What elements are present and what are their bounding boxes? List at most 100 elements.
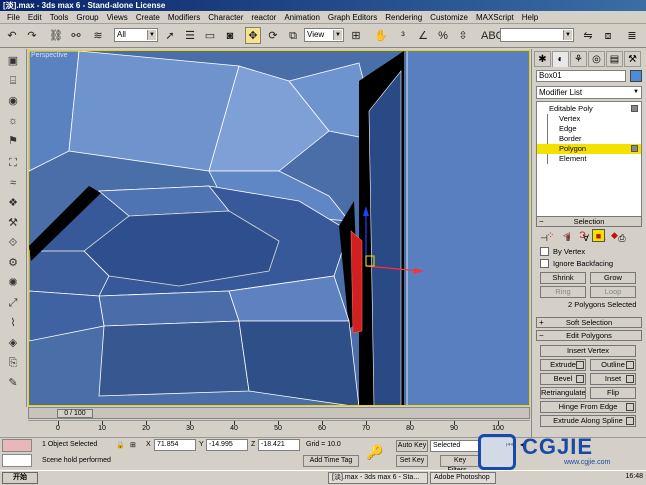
stack-item-vertex[interactable]: Vertex xyxy=(537,114,641,124)
selection-rollout-header[interactable]: − Selection xyxy=(536,216,642,227)
menu-group[interactable]: Group xyxy=(72,11,102,24)
menu-create[interactable]: Create xyxy=(132,11,164,24)
settings-icon[interactable] xyxy=(576,375,584,383)
reference-coordinate-select[interactable]: View ▼ xyxy=(304,28,344,42)
menu-file[interactable]: File xyxy=(3,11,24,24)
render-icon[interactable]: ⎘ xyxy=(4,356,22,371)
grow-button[interactable]: Grow xyxy=(590,272,636,284)
z-coordinate-field[interactable]: -18.421 xyxy=(258,439,300,451)
previous-frame-icon[interactable]: ◀ xyxy=(520,440,526,449)
script-icon[interactable]: ✎ xyxy=(4,376,22,391)
insert-vertex-button[interactable]: Insert Vertex xyxy=(540,345,636,357)
perspective-viewport[interactable]: Perspective xyxy=(28,50,530,406)
menu-rendering[interactable]: Rendering xyxy=(381,11,426,24)
window-crossing-icon[interactable]: ◙ xyxy=(222,27,238,44)
menu-character[interactable]: Character xyxy=(204,11,247,24)
modify-tab-icon[interactable]: ◐ xyxy=(552,51,569,67)
helper-icon[interactable]: ⛶ xyxy=(4,156,22,171)
soft-selection-rollout-header[interactable]: + Soft Selection xyxy=(536,317,642,328)
menu-tools[interactable]: Tools xyxy=(46,11,73,24)
percent-snap-icon[interactable]: % xyxy=(435,27,451,44)
start-button[interactable]: 开始 xyxy=(2,472,38,484)
spinner-snap-icon[interactable]: ⇳ xyxy=(455,27,471,44)
menu-edit[interactable]: Edit xyxy=(24,11,46,24)
set-key-button[interactable]: Set Key xyxy=(396,455,428,467)
lock-icon[interactable]: 🔒 xyxy=(116,441,125,449)
menu-views[interactable]: Views xyxy=(103,11,132,24)
motion-tab-icon[interactable]: ◎ xyxy=(588,51,605,67)
mirror-icon[interactable]: ⇋ xyxy=(580,27,596,44)
absolute-mode-icon[interactable]: ⊞ xyxy=(130,441,136,449)
ignore-backfacing-checkbox[interactable] xyxy=(540,259,549,268)
reactor-icon[interactable]: ✺ xyxy=(4,276,22,291)
select-and-rotate-icon[interactable]: ⟳ xyxy=(265,27,281,44)
extrude-button[interactable]: Extrude xyxy=(540,359,586,371)
stack-item-element[interactable]: Element xyxy=(537,154,641,164)
select-and-link-icon[interactable]: ⛓ xyxy=(48,27,64,44)
hierarchy-tab-icon[interactable]: ⚘ xyxy=(570,51,587,67)
select-and-move-icon[interactable]: ✥ xyxy=(245,27,261,44)
by-vertex-checkbox[interactable] xyxy=(540,247,549,256)
ring-button[interactable]: Ring xyxy=(540,286,586,298)
border-level-icon[interactable]: Ɔ xyxy=(576,229,589,242)
hinge-from-edge-button[interactable]: Hinge From Edge xyxy=(540,401,636,413)
settings-icon[interactable] xyxy=(626,417,634,425)
y-coordinate-field[interactable]: -14.995 xyxy=(206,439,248,451)
space-warp-icon[interactable]: ≈ xyxy=(4,176,22,191)
key-mode-select[interactable]: Selected xyxy=(430,440,480,452)
go-to-start-icon[interactable]: ⏮ xyxy=(506,440,513,450)
settings-icon[interactable] xyxy=(626,375,634,383)
rectangular-selection-icon[interactable]: ▭ xyxy=(202,27,218,44)
sphere-icon[interactable]: ◉ xyxy=(4,94,22,109)
select-object-icon[interactable]: ➚ xyxy=(162,27,178,44)
polygon-level-icon[interactable]: ■ xyxy=(592,229,605,242)
stack-item-border[interactable]: Border xyxy=(537,134,641,144)
time-slider-thumb[interactable]: 0 / 100 xyxy=(57,409,93,418)
unlink-icon[interactable]: ⚯ xyxy=(68,27,84,44)
edit-polygons-rollout-header[interactable]: − Edit Polygons xyxy=(536,330,642,341)
add-time-tag-button[interactable]: Add Time Tag xyxy=(303,455,359,467)
material-icon[interactable]: ◈ xyxy=(4,336,22,351)
menu-animation[interactable]: Animation xyxy=(280,11,324,24)
taskbar-3dsmax[interactable]: [淡].max - 3ds max 6 - Sta... xyxy=(328,472,428,484)
stack-toggle-icon[interactable] xyxy=(631,105,638,112)
shrink-button[interactable]: Shrink xyxy=(540,272,586,284)
wire-icon[interactable]: ⌇ xyxy=(4,316,22,331)
menu-help[interactable]: Help xyxy=(518,11,542,24)
box-icon[interactable]: ▣ xyxy=(4,54,22,69)
manipulate-icon[interactable]: ✋ xyxy=(373,27,389,44)
align-icon[interactable]: ⧈ xyxy=(600,27,616,44)
redo-icon[interactable]: ↷ xyxy=(24,27,40,44)
undo-icon[interactable]: ↶ xyxy=(4,27,20,44)
settings-icon[interactable] xyxy=(626,403,634,411)
vertex-level-icon[interactable]: ⁘ xyxy=(544,229,557,242)
object-name-field[interactable]: Box01 xyxy=(536,70,626,82)
stack-item-edge[interactable]: Edge xyxy=(537,124,641,134)
light-icon[interactable]: ☼ xyxy=(4,114,22,129)
menu-modifiers[interactable]: Modifiers xyxy=(164,11,204,24)
stack-item-polygon[interactable]: Polygon xyxy=(537,144,641,154)
flip-button[interactable]: Flip xyxy=(590,387,636,399)
menu-graph-editors[interactable]: Graph Editors xyxy=(324,11,381,24)
inset-button[interactable]: Inset xyxy=(590,373,636,385)
gear-icon[interactable]: ⚙ xyxy=(4,256,22,271)
time-slider[interactable]: 0 / 100 xyxy=(28,407,530,419)
extrude-along-spline-button[interactable]: Extrude Along Spline xyxy=(540,415,636,427)
snaps-toggle-icon[interactable]: ³ xyxy=(395,27,411,44)
modifier-icon[interactable]: ⟐ xyxy=(4,236,22,251)
utilities-tab-icon[interactable]: ⚒ xyxy=(624,51,641,67)
angle-snap-icon[interactable]: ∠ xyxy=(415,27,431,44)
cylinder-icon[interactable]: ⌸ xyxy=(4,74,22,89)
maxscript-listener-mini[interactable] xyxy=(2,439,32,452)
camera-icon[interactable]: ⚑ xyxy=(4,134,22,149)
menu-customize[interactable]: Customize xyxy=(426,11,472,24)
edge-level-icon[interactable]: ◁ xyxy=(560,229,573,242)
auto-key-button[interactable]: Auto Key xyxy=(396,440,428,452)
edit-named-selection-icon[interactable]: ABC xyxy=(480,27,504,44)
layer-manager-icon[interactable]: ≣ xyxy=(624,27,640,44)
pivot-center-icon[interactable]: ⊞ xyxy=(348,27,364,44)
element-level-icon[interactable]: ◆ xyxy=(608,229,621,242)
bevel-button[interactable]: Bevel xyxy=(540,373,586,385)
x-coordinate-field[interactable]: 71.854 xyxy=(154,439,196,451)
track-bar[interactable]: 0 10 20 30 40 50 60 70 80 90 100 xyxy=(28,420,530,436)
